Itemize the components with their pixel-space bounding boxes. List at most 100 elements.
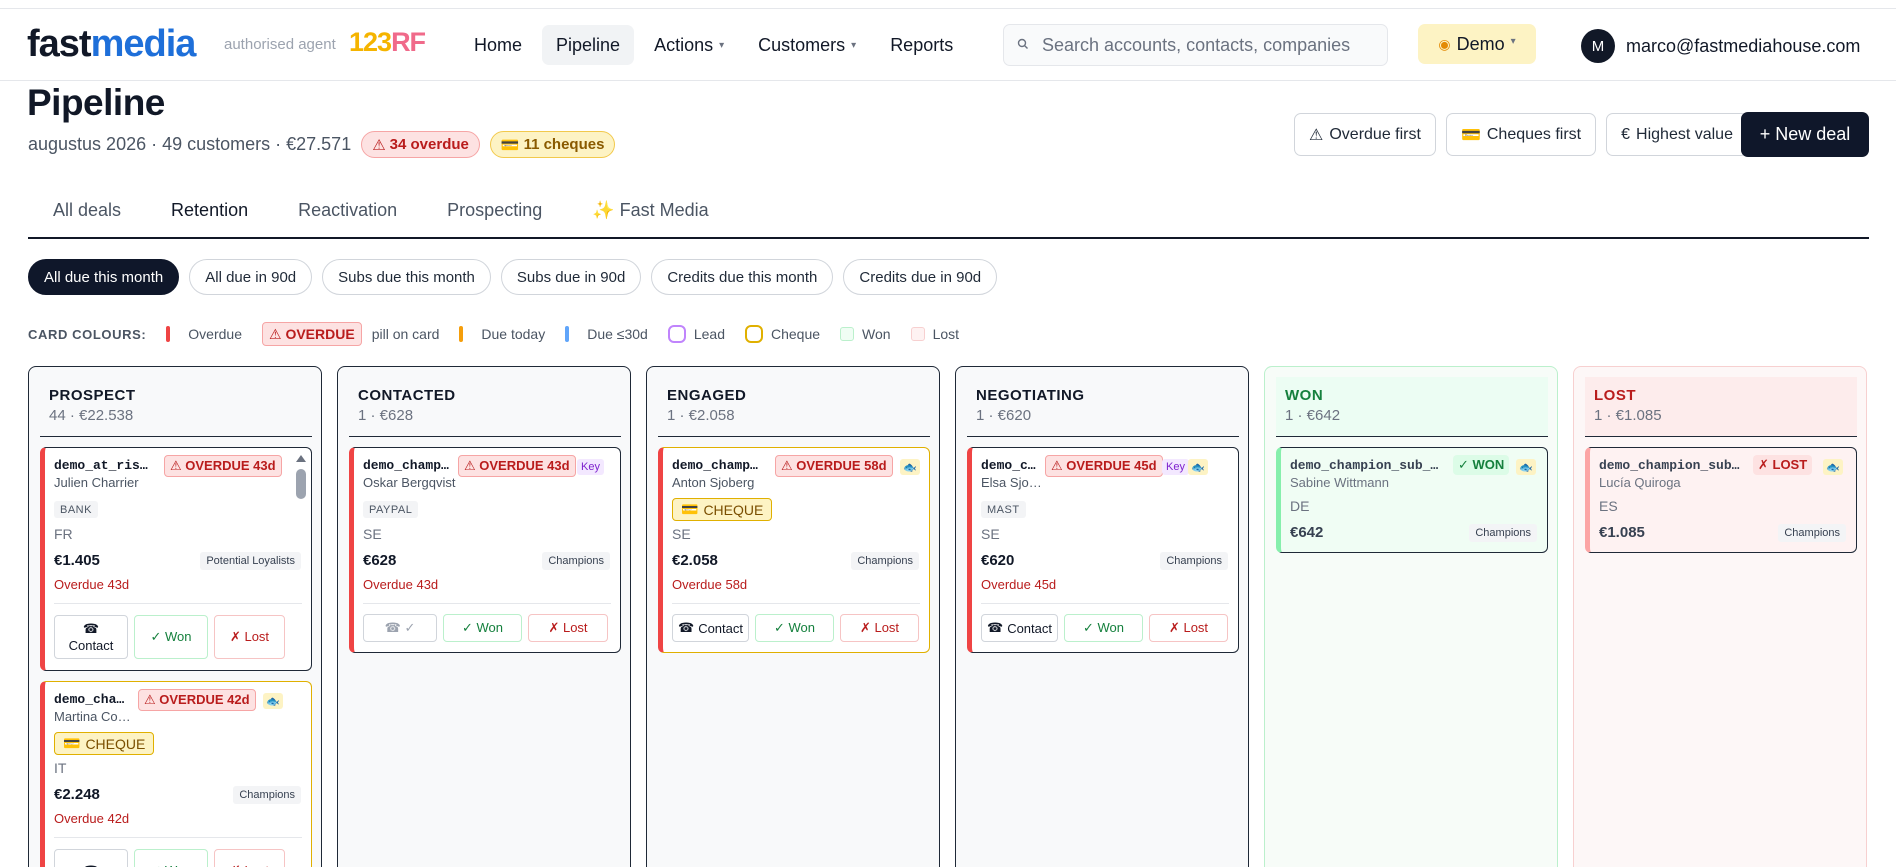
card-divider xyxy=(54,837,302,838)
tab-reactivation[interactable]: Reactivation xyxy=(273,190,422,239)
contacted-button[interactable]: ☎ ✓ xyxy=(363,614,437,642)
cheque-tag: 💳 CHEQUE xyxy=(54,732,155,755)
won-button[interactable]: ✓ Won xyxy=(443,614,522,642)
chip-all-due-90d[interactable]: All due in 90d xyxy=(189,259,313,295)
lost-button[interactable]: ✗ Lost xyxy=(214,615,285,659)
legend-won-swatch xyxy=(840,327,855,341)
won-button[interactable]: ✓ Won xyxy=(1064,614,1143,642)
overdue-count-pill[interactable]: ⚠ 34 overdue xyxy=(361,131,480,158)
chevron-down-icon: ▾ xyxy=(851,40,857,51)
deal-card[interactable]: demo_champion_sub_… ✓ WON 🐟 Sabine Wittm… xyxy=(1276,447,1548,553)
euro-icon: € xyxy=(1621,125,1631,143)
deal-card[interactable]: demo_champ… ⚠ OVERDUE 58d 🐟 Anton Sjober… xyxy=(658,447,930,653)
tab-retention[interactable]: Retention xyxy=(146,190,274,239)
deal-amount: €642 xyxy=(1290,524,1324,541)
contact-button[interactable]: ☎ Contact xyxy=(54,615,128,659)
nav-actions-label: Actions xyxy=(654,35,714,55)
nav-actions[interactable]: Actions ▾ xyxy=(640,25,738,65)
nav-links: Home Pipeline Actions ▾ Customers ▾ Report… xyxy=(460,25,967,65)
deal-country: SE xyxy=(363,526,382,542)
contact-button[interactable]: ☎ Contact xyxy=(672,614,749,642)
tab-all-deals[interactable]: All deals xyxy=(28,190,146,239)
won-button[interactable]: ✓ Won xyxy=(134,615,208,659)
avatar[interactable]: M xyxy=(1581,29,1615,63)
segment-badge: Champions xyxy=(1778,524,1846,542)
overdue-first-button[interactable]: ⚠ Overdue first xyxy=(1294,113,1436,156)
partner-logo-b: RF xyxy=(391,27,426,57)
chip-credits-due-90d[interactable]: Credits due in 90d xyxy=(843,259,998,295)
nav-customers[interactable]: Customers ▾ xyxy=(744,25,870,65)
fish-icon: 🐟 xyxy=(1823,459,1843,475)
won-button[interactable]: ✓ Won xyxy=(755,614,834,642)
segment-badge: Champions xyxy=(542,552,610,570)
fish-icon: 🐟 xyxy=(900,459,920,475)
deal-amount: €2.248 xyxy=(54,786,100,803)
cheques-first-button[interactable]: 💳 Cheques first xyxy=(1445,113,1597,156)
column-meta: 1 · €2.058 xyxy=(667,407,735,424)
cheques-first-label: Cheques first xyxy=(1486,125,1582,143)
deal-card[interactable]: demo_at_ris… ⚠ OVERDUE 43d Julien Charri… xyxy=(40,447,312,671)
key-badge: Key xyxy=(577,459,604,475)
search-input[interactable] xyxy=(1042,34,1377,56)
deal-amount: €2.058 xyxy=(672,552,718,569)
column-header: WON 1 · €642 xyxy=(1276,377,1548,437)
fastmedia-logo[interactable]: fastmedia xyxy=(27,25,196,63)
won-button[interactable]: ✓ Won xyxy=(134,849,208,867)
fish-icon: 🐟 xyxy=(263,693,283,709)
deal-name: demo_champ… xyxy=(363,458,449,473)
highest-value-button[interactable]: € Highest value xyxy=(1606,113,1748,156)
demo-switcher[interactable]: ◉ Demo ▾ xyxy=(1418,24,1536,64)
deal-card[interactable]: demo_champion_sub… ✗ LOST 🐟 Lucía Quirog… xyxy=(1585,447,1857,553)
chip-subs-due-90d[interactable]: Subs due in 90d xyxy=(500,259,642,295)
tab-prospecting[interactable]: Prospecting xyxy=(422,190,567,239)
card-divider xyxy=(363,603,611,604)
segment-badge: Champions xyxy=(1160,552,1228,570)
column-header: CONTACTED 1 · €628 xyxy=(349,377,621,437)
chip-subs-due-month[interactable]: Subs due this month xyxy=(322,259,491,295)
chip-all-due-month[interactable]: All due this month xyxy=(28,259,180,295)
overdue-count-label: 34 overdue xyxy=(389,136,469,153)
contact-button[interactable]: ☎ xyxy=(54,849,128,867)
nav-home[interactable]: Home xyxy=(460,25,536,65)
phone-icon: ☎ xyxy=(986,620,1004,635)
scroll-up-arrow-icon[interactable] xyxy=(296,455,306,462)
segment-badge: Potential Loyalists xyxy=(200,552,301,570)
column-meta: 44 · €22.538 xyxy=(49,407,134,424)
column-meta: 1 · €620 xyxy=(976,407,1032,424)
new-deal-button[interactable]: + New deal xyxy=(1741,112,1869,157)
contact-label: Contact xyxy=(1007,620,1052,636)
deal-contact: Sabine Wittmann xyxy=(1290,475,1389,490)
column-scrollbar[interactable] xyxy=(296,469,306,499)
legend-overdue-pill: ⚠ OVERDUE xyxy=(262,322,362,346)
deal-card[interactable]: demo_cha… ⚠ OVERDUE 42d 🐟 Martina Co… 💳 C… xyxy=(40,681,312,867)
lost-button[interactable]: ✗ Lost xyxy=(840,614,919,642)
chevron-down-icon: ▾ xyxy=(1510,35,1516,47)
nav-pipeline[interactable]: Pipeline xyxy=(542,25,635,65)
user-email[interactable]: marco@fastmediahouse.com xyxy=(1626,36,1860,57)
won-badge: ✓ WON xyxy=(1453,455,1510,475)
lost-button[interactable]: ✗ Lost xyxy=(1149,614,1228,642)
card-icon: 💳 xyxy=(681,501,699,517)
column-title: WON xyxy=(1285,387,1324,404)
cheques-count-pill[interactable]: 💳 11 cheques xyxy=(489,131,616,158)
lost-button[interactable]: ✗ Lost xyxy=(528,614,608,642)
segment-badge: Champions xyxy=(1469,524,1537,542)
deal-card[interactable]: demo_c… ⚠ OVERDUE 45d Key 🐟 Elsa Sjo… MA… xyxy=(967,447,1239,653)
lost-button[interactable]: ✗ Lost xyxy=(214,849,285,867)
deal-country: DE xyxy=(1290,498,1310,514)
payment-tag: MAST xyxy=(981,501,1026,518)
warning-icon: ⚠ xyxy=(372,136,386,154)
nav-reports[interactable]: Reports xyxy=(876,25,967,65)
cheque-label: CHEQUE xyxy=(85,735,146,752)
contact-label: Contact xyxy=(698,620,743,636)
contact-button[interactable]: ☎ Contact xyxy=(981,614,1058,642)
deal-card[interactable]: demo_champ… ⚠ OVERDUE 43d Key Oskar Berg… xyxy=(349,447,621,653)
deal-country: ES xyxy=(1599,498,1618,514)
legend-won: Won xyxy=(862,326,891,342)
column-meta: 1 · €1.085 xyxy=(1594,407,1662,424)
tab-fast-media[interactable]: ✨ Fast Media xyxy=(567,190,733,239)
chip-credits-due-month[interactable]: Credits due this month xyxy=(651,259,834,295)
top-strip xyxy=(0,0,1896,9)
legend-due-today-swatch xyxy=(459,326,464,342)
legend-cheque-swatch xyxy=(745,325,763,343)
